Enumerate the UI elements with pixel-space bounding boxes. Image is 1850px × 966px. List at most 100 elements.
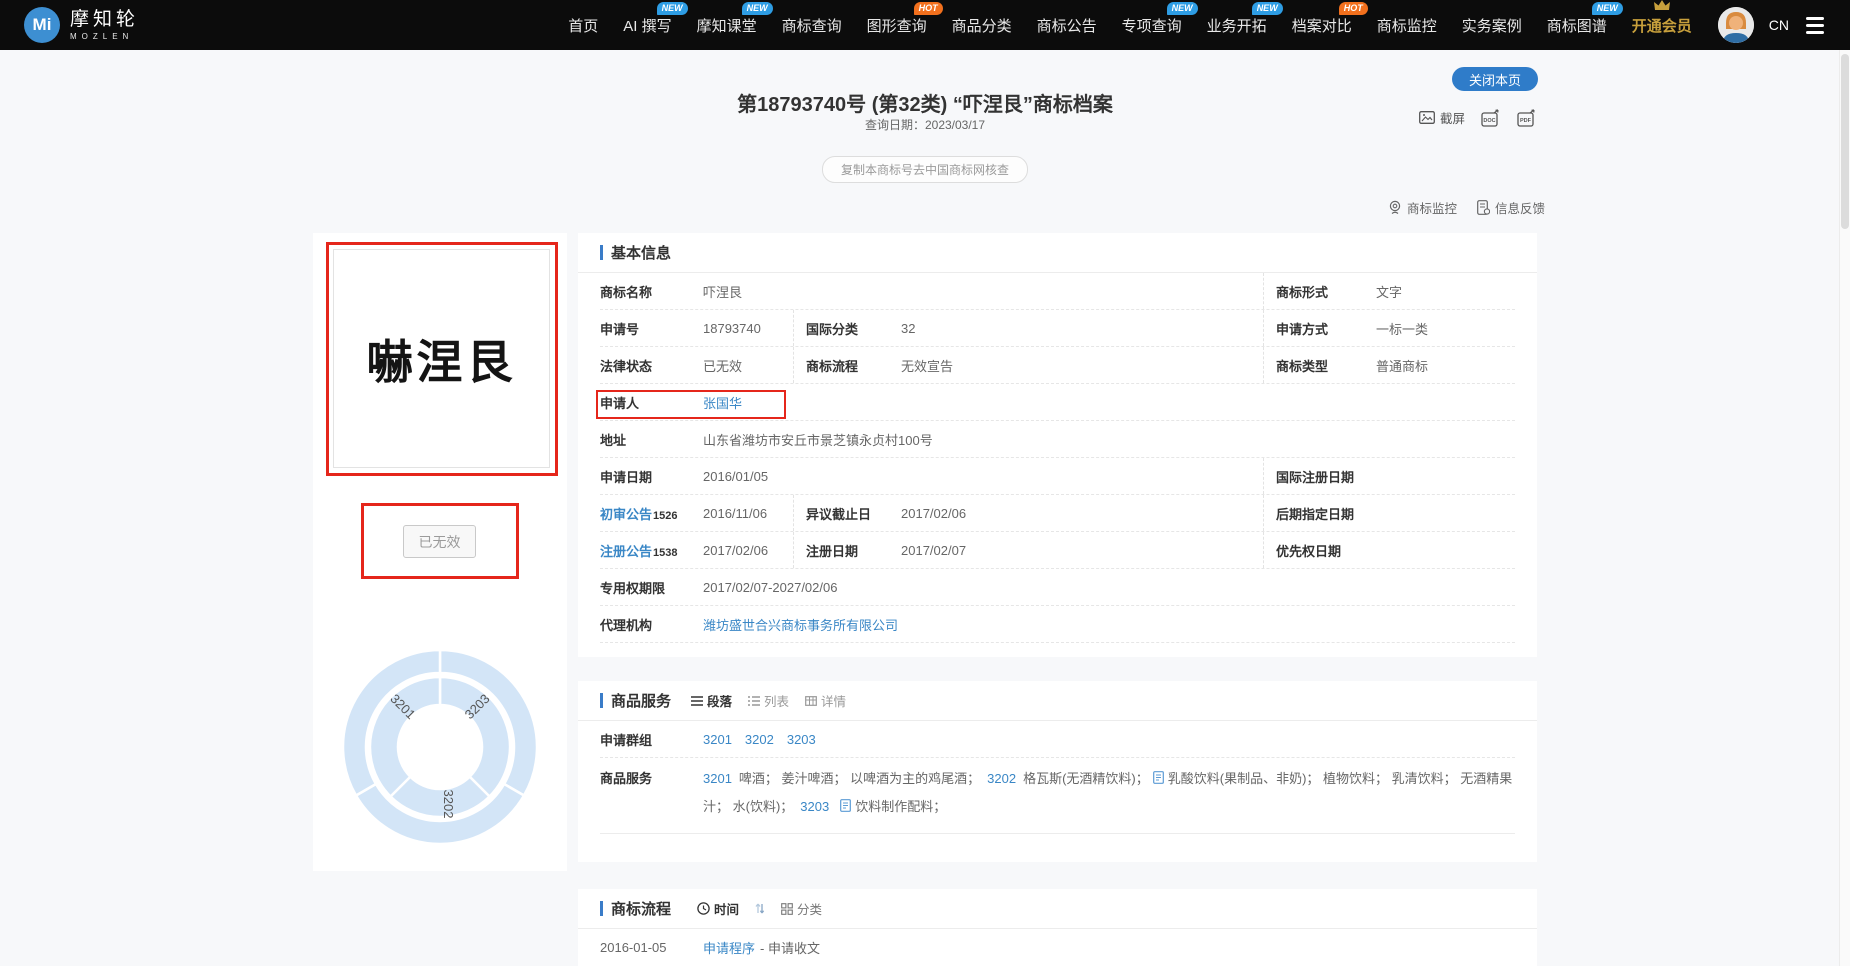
goods-code-link[interactable]: 3202 bbox=[987, 771, 1016, 786]
new-badge: NEW bbox=[1592, 2, 1623, 15]
agency-link[interactable]: 潍坊盛世合兴商标事务所有限公司 bbox=[703, 615, 898, 634]
field-value: 已无效 bbox=[703, 356, 742, 375]
section-accent-bar bbox=[600, 245, 603, 260]
table-row: 代理机构潍坊盛世合兴商标事务所有限公司 bbox=[600, 606, 1515, 643]
nav-item-special-search[interactable]: 专项查询NEW bbox=[1122, 15, 1182, 36]
section-accent-bar bbox=[600, 693, 603, 708]
group-link-3202[interactable]: 3202 bbox=[745, 732, 774, 747]
copy-to-cnipa-button[interactable]: 复制本商标号去中国商标网核查 bbox=[822, 156, 1028, 183]
nav-item-trademark-search[interactable]: 商标查询 bbox=[782, 15, 842, 36]
brand-subtitle: MOZLEN bbox=[70, 32, 139, 41]
note-icon[interactable] bbox=[840, 799, 851, 812]
new-badge: NEW bbox=[1252, 2, 1283, 15]
flow-program-link[interactable]: 申请程序 bbox=[703, 938, 755, 957]
flow-description: - 申请收文 bbox=[760, 938, 820, 957]
trademark-flow-panel: 商标流程 时间 分类 2016-01-05 申请程序 - 申请收文 bbox=[578, 889, 1537, 966]
export-doc-button[interactable]: DOC bbox=[1481, 109, 1501, 127]
nav-item-home[interactable]: 首页 bbox=[568, 15, 598, 36]
trademark-image: 嚇涅艮 bbox=[333, 249, 550, 468]
chart-label-3202: 3202 bbox=[441, 790, 456, 819]
field-label: 法律状态 bbox=[600, 356, 703, 375]
nav-item-trademark-monitor[interactable]: 商标监控 bbox=[1377, 15, 1437, 36]
status-badge: 已无效 bbox=[403, 525, 476, 558]
field-value: 文字 bbox=[1376, 282, 1402, 301]
field-label: 申请号 bbox=[600, 319, 703, 338]
sub-links: 商标监控 信息反馈 bbox=[313, 198, 1545, 217]
flow-sort-time[interactable]: 时间 bbox=[697, 899, 739, 918]
feedback-link[interactable]: 信息反馈 bbox=[1477, 198, 1545, 217]
goods-list-row: 商品服务 3201啤酒； 姜汁啤酒； 以啤酒为主的鸡尾酒；3202格瓦斯(无酒精… bbox=[600, 758, 1515, 834]
flow-date: 2016-01-05 bbox=[600, 940, 703, 955]
field-label: 商标名称 bbox=[600, 282, 703, 301]
view-detail[interactable]: 详情 bbox=[805, 691, 846, 710]
main-nav: 首页 AI 撰写NEW 摩知课堂NEW 商标查询 图形查询HOT 商品分类 商标… bbox=[568, 15, 1692, 36]
page-scrollbar[interactable] bbox=[1839, 50, 1850, 966]
table-row: 法律状态已无效 商标流程无效宣告 商标类型普通商标 bbox=[600, 347, 1515, 384]
nav-item-trademark-gazette[interactable]: 商标公告 bbox=[1037, 15, 1097, 36]
table-row: 地址山东省潍坊市安丘市景芝镇永贞村100号 bbox=[600, 421, 1515, 458]
monitor-link[interactable]: 商标监控 bbox=[1388, 198, 1457, 217]
view-list[interactable]: 列表 bbox=[748, 691, 789, 710]
svg-text:DOC: DOC bbox=[1483, 118, 1495, 124]
field-label: 专用权期限 bbox=[600, 578, 703, 597]
user-zone: CN bbox=[1718, 7, 1826, 43]
view-paragraph[interactable]: 段落 bbox=[691, 691, 732, 710]
goods-view-toggles: 段落 列表 详情 bbox=[691, 691, 846, 710]
screenshot-button[interactable]: 截屏 bbox=[1419, 108, 1465, 127]
flow-group-by-class[interactable]: 分类 bbox=[781, 899, 822, 918]
goods-code-link[interactable]: 3201 bbox=[703, 771, 732, 786]
nav-item-ai-writing[interactable]: AI 撰写NEW bbox=[623, 15, 671, 36]
field-label: 后期指定日期 bbox=[1276, 504, 1376, 523]
registration-gazette-link[interactable]: 注册公告 bbox=[600, 541, 652, 560]
basic-info-header: 基本信息 bbox=[578, 233, 1537, 273]
field-value: 2017/02/06 bbox=[703, 543, 768, 558]
field-label: 国际注册日期 bbox=[1276, 467, 1376, 486]
field-label: 商标类型 bbox=[1276, 356, 1376, 375]
nav-item-trademark-atlas[interactable]: 商标图谱NEW bbox=[1547, 15, 1607, 36]
nav-item-mozhi-class[interactable]: 摩知课堂NEW bbox=[697, 15, 757, 36]
group-link-3201[interactable]: 3201 bbox=[703, 732, 732, 747]
applicant-link[interactable]: 张国华 bbox=[703, 393, 742, 412]
group-link-3203[interactable]: 3203 bbox=[787, 732, 816, 747]
first-trial-gazette-link[interactable]: 初审公告 bbox=[600, 504, 652, 523]
field-value: 普通商标 bbox=[1376, 356, 1428, 375]
copy-check-wrap: 复制本商标号去中国商标网核查 bbox=[313, 156, 1537, 183]
goods-code-link[interactable]: 3203 bbox=[800, 799, 829, 814]
brand-text: 摩知轮 MOZLEN bbox=[70, 10, 139, 41]
trademark-detail-page: Mi 摩知轮 MOZLEN 首页 AI 撰写NEW 摩知课堂NEW 商标查询 图… bbox=[0, 0, 1850, 966]
field-value: 32 bbox=[901, 321, 915, 336]
field-label: 申请人 bbox=[600, 393, 703, 412]
table-row: 申请日期2016/01/05 国际注册日期 bbox=[600, 458, 1515, 495]
export-pdf-button[interactable]: PDF bbox=[1517, 109, 1537, 127]
brand-logo[interactable]: Mi 摩知轮 MOZLEN bbox=[24, 7, 139, 43]
nav-item-vip-upgrade[interactable]: 开通会员 bbox=[1632, 15, 1692, 36]
avatar[interactable] bbox=[1718, 7, 1754, 43]
nav-item-goods-classification[interactable]: 商品分类 bbox=[952, 15, 1012, 36]
field-value: 2016/11/06 bbox=[703, 506, 767, 521]
avatar-image bbox=[1718, 7, 1754, 43]
category-grid-icon bbox=[781, 903, 793, 915]
nav-item-file-compare[interactable]: 档案对比HOT bbox=[1292, 15, 1352, 36]
basic-info-title: 基本信息 bbox=[611, 242, 671, 263]
flow-controls: 时间 分类 bbox=[697, 899, 822, 918]
doc-icon: DOC bbox=[1481, 109, 1501, 127]
note-icon[interactable] bbox=[1153, 771, 1164, 784]
language-toggle[interactable]: CN bbox=[1769, 17, 1789, 33]
clock-icon bbox=[697, 902, 710, 915]
scrollbar-thumb[interactable] bbox=[1841, 54, 1849, 229]
field-label: 申请群组 bbox=[600, 730, 703, 749]
goods-rows: 申请群组 3201 3202 3203 商品服务 3201啤酒； 姜汁啤酒； 以… bbox=[578, 721, 1537, 834]
table-row-applicant: 申请人张国华 bbox=[600, 384, 1515, 421]
trademark-image-text: 嚇涅艮 bbox=[367, 326, 517, 392]
svg-text:PDF: PDF bbox=[1520, 118, 1532, 124]
nav-item-practice-cases[interactable]: 实务案例 bbox=[1462, 15, 1522, 36]
flow-row: 2016-01-05 申请程序 - 申请收文 bbox=[600, 929, 1515, 966]
flow-sort-order-toggle[interactable] bbox=[755, 902, 765, 915]
field-label: 代理机构 bbox=[600, 615, 703, 634]
nav-item-image-search[interactable]: 图形查询HOT bbox=[867, 15, 927, 36]
nav-item-business-development[interactable]: 业务开拓NEW bbox=[1207, 15, 1267, 36]
menu-icon[interactable] bbox=[1804, 13, 1826, 38]
field-value: 2017/02/07-2027/02/06 bbox=[703, 580, 837, 595]
export-toolbar: 截屏 DOC PDF bbox=[313, 108, 1537, 127]
field-label: 商标形式 bbox=[1276, 282, 1376, 301]
